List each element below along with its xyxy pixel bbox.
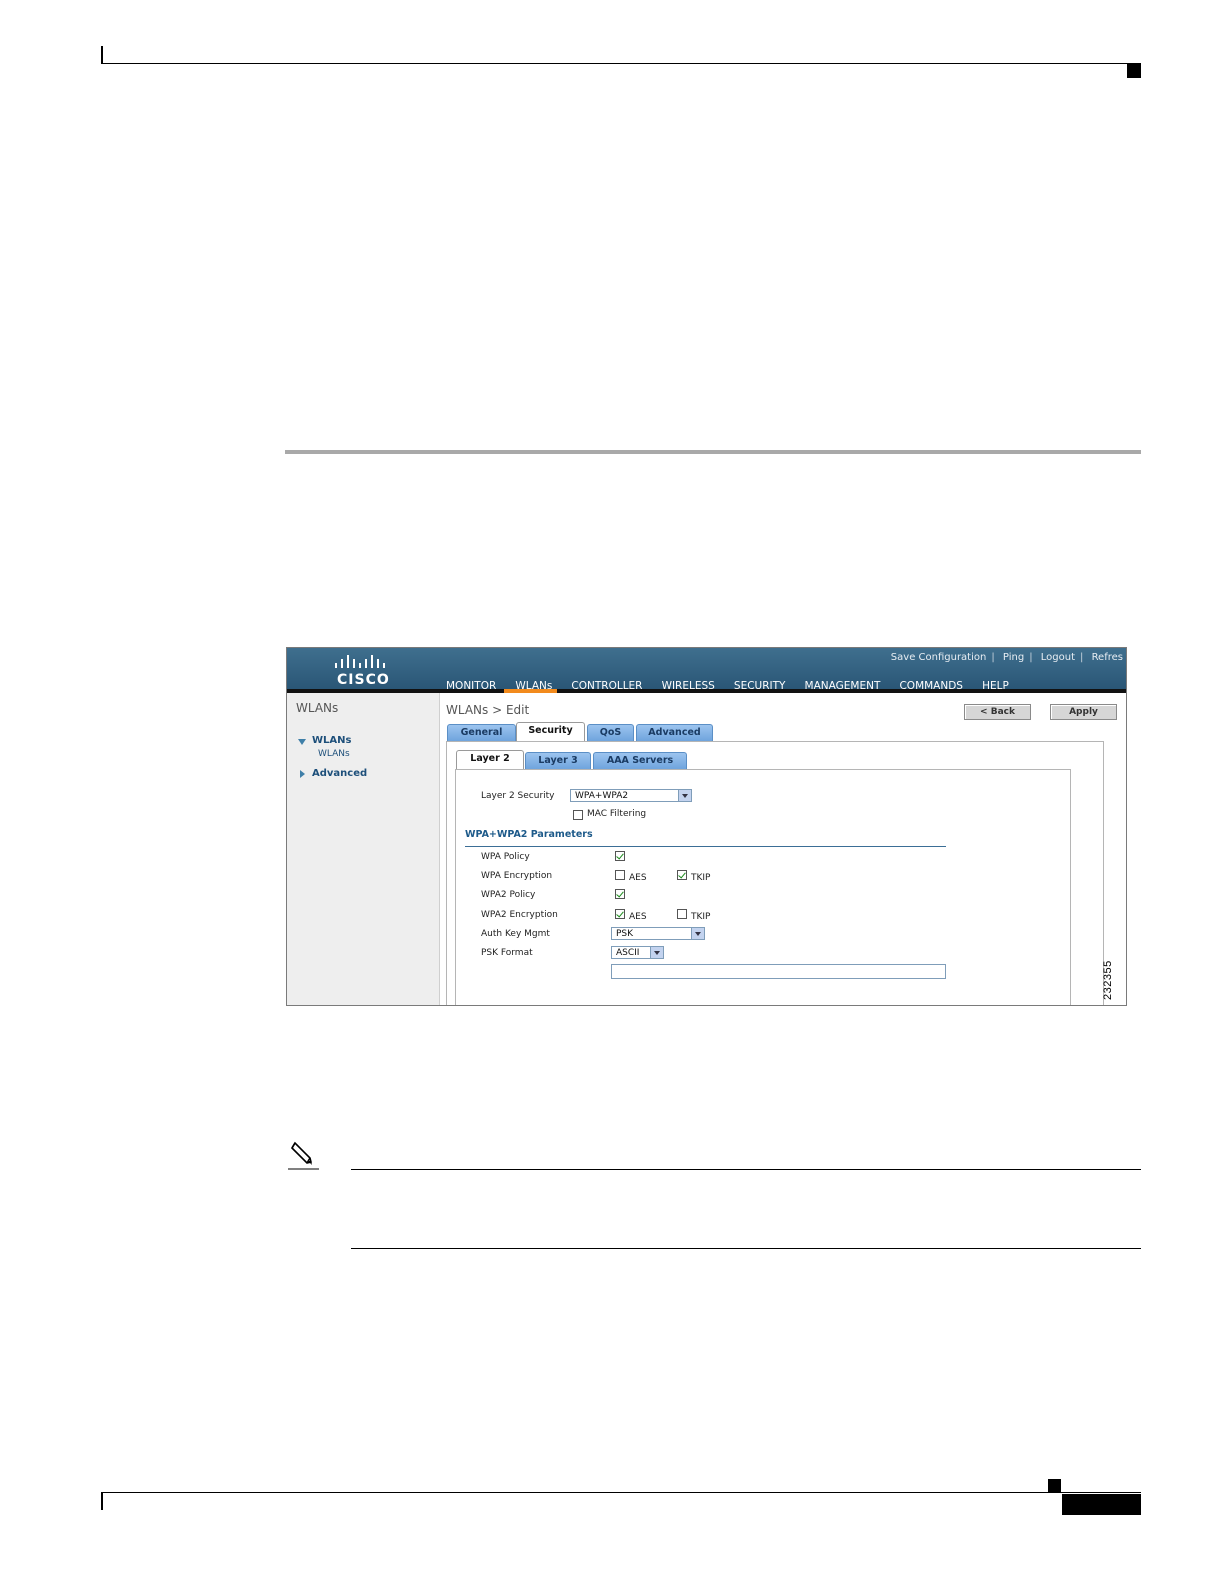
wpa-encryption-label: WPA Encryption xyxy=(481,871,553,881)
chevron-down-icon xyxy=(678,790,691,801)
app-header: CISCO Save Configuration | Ping | Logout | … xyxy=(287,648,1126,692)
auth-key-mgmt-select[interactable]: PSK xyxy=(611,927,705,940)
wpa2-policy-checkbox[interactable] xyxy=(615,889,625,899)
footer-rule xyxy=(101,1492,1141,1493)
page-number-tab xyxy=(1062,1494,1141,1515)
wpa-aes-checkbox[interactable] xyxy=(615,870,625,880)
note-pencil-icon xyxy=(288,1141,319,1170)
layer2-security-value: WPA+WPA2 xyxy=(575,791,629,801)
auth-key-mgmt-label: Auth Key Mgmt xyxy=(481,929,550,939)
sidebar-item-advanced[interactable]: Advanced xyxy=(312,768,367,779)
wpa2-policy-label: WPA2 Policy xyxy=(481,890,536,900)
figure-number: 232355 xyxy=(1102,960,1114,1000)
tab-qos[interactable]: QoS xyxy=(587,724,634,741)
chevron-down-icon xyxy=(650,947,663,958)
cisco-logo-text: CISCO xyxy=(337,672,390,688)
wpa-tkip-label: TKIP xyxy=(691,873,711,883)
ping-link[interactable]: Ping xyxy=(1003,652,1024,663)
mac-filtering-label: MAC Filtering xyxy=(587,809,647,819)
wpa2-encryption-label: WPA2 Encryption xyxy=(481,910,558,920)
wpa2-tkip-checkbox[interactable] xyxy=(677,909,687,919)
apply-button[interactable]: Apply xyxy=(1050,704,1117,720)
subtab-layer3[interactable]: Layer 3 xyxy=(525,752,591,769)
psk-format-select[interactable]: ASCII xyxy=(611,946,664,959)
back-button[interactable]: < Back xyxy=(964,704,1031,720)
psk-format-label: PSK Format xyxy=(481,948,533,958)
tab-security[interactable]: Security xyxy=(516,722,585,741)
sidebar-subitem-wlans[interactable]: WLANs xyxy=(318,749,350,759)
save-configuration-link[interactable]: Save Configuration xyxy=(891,652,987,663)
wlc-screenshot-figure: CISCO Save Configuration | Ping | Logout | … xyxy=(286,647,1127,1006)
refresh-link[interactable]: Refres xyxy=(1092,652,1123,663)
expanded-triangle-icon[interactable] xyxy=(298,739,306,745)
params-section-rule xyxy=(465,846,946,847)
main-nav: MONITOR WLANs CONTROLLER WIRELESS SECURI… xyxy=(446,674,1023,692)
nav-active-indicator xyxy=(504,689,557,693)
subtab-layer2[interactable]: Layer 2 xyxy=(456,750,524,769)
wpa-tkip-checkbox[interactable] xyxy=(677,870,687,880)
note-bottom-rule xyxy=(351,1248,1141,1249)
wpa2-aes-checkbox[interactable] xyxy=(615,909,625,919)
note-top-rule xyxy=(351,1169,1141,1170)
footer-corner-marker xyxy=(1048,1479,1061,1492)
wpa2-aes-label: AES xyxy=(629,912,647,922)
mac-filtering-checkbox[interactable] xyxy=(573,810,583,820)
sidebar: WLANs WLANs WLANs Advanced xyxy=(287,693,440,1005)
wpa-aes-label: AES xyxy=(629,873,647,883)
footer-margin-tick xyxy=(101,1492,103,1510)
params-section-title: WPA+WPA2 Parameters xyxy=(465,829,593,840)
layer2-security-select[interactable]: WPA+WPA2 xyxy=(570,789,692,802)
header-corner-marker xyxy=(1127,64,1141,78)
page-title: WLANs > Edit xyxy=(446,703,530,717)
psk-passphrase-input[interactable] xyxy=(611,964,946,979)
wpa-policy-checkbox[interactable] xyxy=(615,851,625,861)
section-divider xyxy=(285,450,1141,454)
subtab-aaa-servers[interactable]: AAA Servers xyxy=(593,752,687,769)
wpa-policy-label: WPA Policy xyxy=(481,852,530,862)
tab-advanced[interactable]: Advanced xyxy=(636,724,713,741)
logout-link[interactable]: Logout xyxy=(1041,652,1075,663)
tab-general[interactable]: General xyxy=(447,724,516,741)
cisco-logo-icon xyxy=(335,655,385,668)
layer2-security-label: Layer 2 Security xyxy=(481,791,555,801)
header-margin-tick xyxy=(101,46,103,64)
collapsed-triangle-icon[interactable] xyxy=(300,770,305,778)
wpa2-tkip-label: TKIP xyxy=(691,912,711,922)
auth-key-mgmt-value: PSK xyxy=(616,929,634,939)
chevron-down-icon xyxy=(691,928,704,939)
sidebar-title: WLANs xyxy=(296,701,339,715)
psk-format-value: ASCII xyxy=(616,948,640,958)
sidebar-item-wlans[interactable]: WLANs xyxy=(312,735,351,746)
top-links: Save Configuration | Ping | Logout | Refres xyxy=(890,652,1123,663)
header-rule xyxy=(101,63,1141,64)
